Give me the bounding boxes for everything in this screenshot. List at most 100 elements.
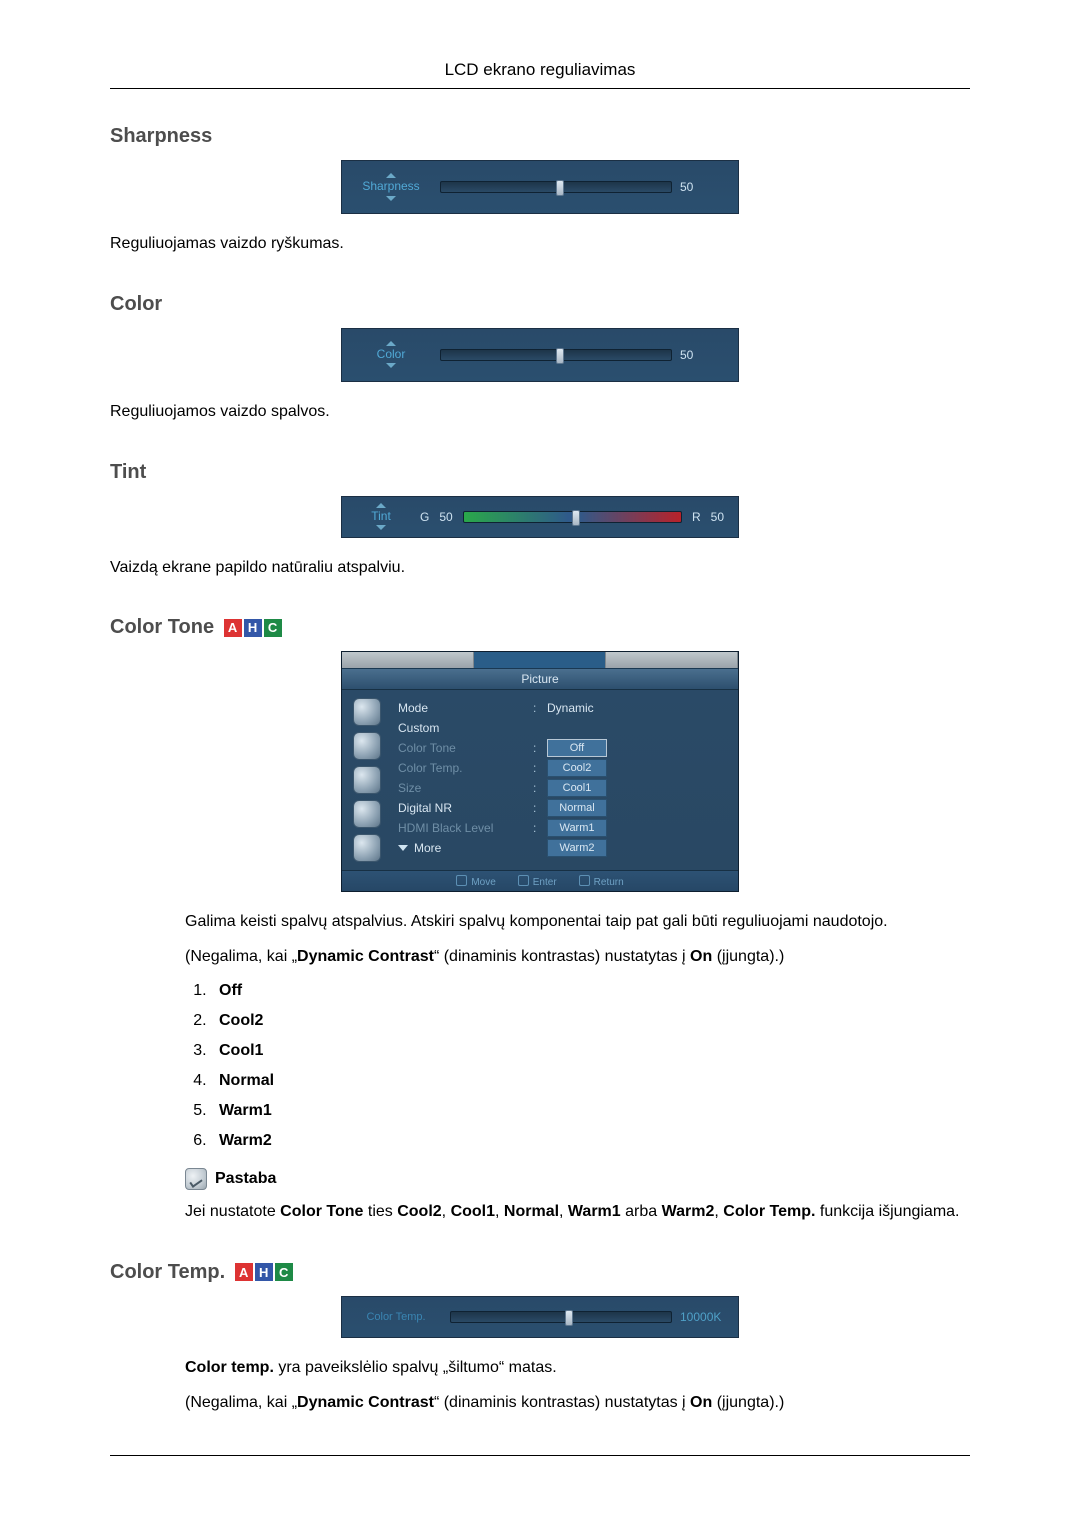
text-bold: Dynamic Contrast	[297, 1394, 434, 1411]
heading-color-temp: Color Temp. A H C	[110, 1261, 970, 1284]
osd-row-color-tone[interactable]: Color Tone : Off	[398, 738, 724, 758]
tint-slider[interactable]	[463, 511, 682, 523]
arrow-up-icon	[386, 341, 396, 346]
slider-thumb[interactable]	[572, 510, 580, 526]
opt-label: Warm2	[219, 1132, 272, 1149]
text-bold: On	[690, 948, 712, 965]
list-item: Cool1	[211, 1042, 970, 1060]
nav-arrows[interactable]: Sharpness	[356, 173, 426, 200]
slider-thumb[interactable]	[565, 1310, 573, 1326]
osd-option[interactable]: Cool1	[547, 779, 607, 797]
osd-tab[interactable]	[606, 652, 738, 668]
tint-g-tag: G	[420, 510, 429, 524]
osd-row-size[interactable]: Size : Cool1	[398, 778, 724, 798]
color-tone-options: Off Cool2 Cool1 Normal Warm1 Warm2	[185, 982, 970, 1150]
tint-desc: Vaizdą ekrane papildo natūraliu atspalvi…	[110, 556, 970, 581]
text: ,	[442, 1203, 451, 1220]
tint-label: Tint	[371, 510, 391, 523]
osd-footer: Move Enter Return	[342, 870, 738, 891]
list-item: Normal	[211, 1072, 970, 1090]
text: ,	[559, 1203, 568, 1220]
text: (Negalima, kai „	[185, 1394, 297, 1411]
osd-tabs	[342, 652, 738, 668]
nav-arrows[interactable]: Tint	[356, 503, 406, 530]
color-tone-note-text: Jei nustatote Color Tone ties Cool2, Coo…	[185, 1200, 970, 1225]
osd-icon[interactable]	[353, 698, 381, 726]
mode-h-icon: H	[255, 1263, 273, 1281]
heading-tint: Tint	[110, 461, 970, 484]
osd-row-hdmi-black[interactable]: HDMI Black Level : Warm1	[398, 818, 724, 838]
osd-row-digital-nr[interactable]: Digital NR : Normal	[398, 798, 724, 818]
osd-key: HDMI Black Level	[398, 821, 533, 835]
color-temp-panel: Color Temp. 10000K	[341, 1296, 739, 1338]
osd-title: Picture	[342, 668, 738, 690]
note-label: Pastaba	[215, 1170, 276, 1188]
text: ,	[495, 1203, 504, 1220]
mode-icons: A H C	[235, 1263, 293, 1281]
text: Jei nustatote	[185, 1203, 280, 1220]
opt-label: Warm1	[219, 1102, 272, 1119]
text-bold: Color Tone	[280, 1203, 363, 1220]
list-item: Warm1	[211, 1102, 970, 1120]
osd-tab[interactable]	[342, 652, 474, 668]
color-label: Color	[356, 348, 426, 361]
sharpness-value: 50	[680, 180, 724, 194]
tint-g-val: 50	[439, 510, 452, 524]
heading-color: Color	[110, 293, 970, 316]
slider-thumb[interactable]	[556, 348, 564, 364]
color-temp-desc2: (Negalima, kai „Dynamic Contrast“ (dinam…	[185, 1391, 970, 1416]
divider-bottom	[110, 1455, 970, 1456]
arrow-up-icon	[386, 173, 396, 178]
osd-option[interactable]: Warm2	[547, 839, 607, 857]
opt-label: Off	[219, 982, 242, 999]
color-desc: Reguliuojamos vaizdo spalvos.	[110, 400, 970, 425]
text: (įjungta).)	[712, 948, 784, 965]
osd-tab-active[interactable]	[474, 652, 606, 668]
text: “ (dinaminis kontrastas) nustatytas į	[434, 948, 690, 965]
list-item: Cool2	[211, 1012, 970, 1030]
text: (Negalima, kai „	[185, 948, 297, 965]
text-bold: Warm2	[662, 1203, 715, 1220]
text: “ (dinaminis kontrastas) nustatytas į	[434, 1394, 690, 1411]
text: ,	[714, 1203, 723, 1220]
osd-icon[interactable]	[353, 800, 381, 828]
osd-row-mode[interactable]: Mode : Dynamic	[398, 698, 724, 718]
osd-colon: :	[533, 701, 547, 715]
mode-icons: A H C	[224, 619, 282, 637]
mode-a-icon: A	[224, 619, 242, 637]
osd-row-custom[interactable]: Custom	[398, 718, 724, 738]
nav-arrows[interactable]: Color	[356, 341, 426, 368]
list-item: Warm2	[211, 1132, 970, 1150]
text-bold: Dynamic Contrast	[297, 948, 434, 965]
color-slider[interactable]	[440, 349, 672, 361]
text-bold: Color temp.	[185, 1359, 274, 1376]
text-bold: Cool1	[451, 1203, 495, 1220]
osd-icon[interactable]	[353, 834, 381, 862]
mode-c-icon: C	[264, 619, 282, 637]
osd-option[interactable]: Normal	[547, 799, 607, 817]
mode-h-icon: H	[244, 619, 262, 637]
color-tone-desc1: Galima keisti spalvų atspalvius. Atskiri…	[185, 910, 970, 935]
osd-move: Move	[456, 875, 495, 888]
osd-option[interactable]: Warm1	[547, 819, 607, 837]
slider-thumb[interactable]	[556, 180, 564, 196]
opt-label: Normal	[219, 1072, 274, 1089]
osd-key: Size	[398, 781, 533, 795]
color-temp-desc1: Color temp. yra paveikslėlio spalvų „šil…	[185, 1356, 970, 1381]
osd-colon: :	[533, 761, 547, 775]
heading-sharpness: Sharpness	[110, 125, 970, 148]
osd-icon[interactable]	[353, 732, 381, 760]
mode-c-icon: C	[275, 1263, 293, 1281]
arrow-down-icon	[386, 363, 396, 368]
osd-option[interactable]: Off	[547, 739, 607, 757]
text-bold: Normal	[504, 1203, 559, 1220]
osd-key: Custom	[398, 721, 533, 735]
osd-icon[interactable]	[353, 766, 381, 794]
text-bold: Cool2	[397, 1203, 441, 1220]
sharpness-slider[interactable]	[440, 181, 672, 193]
osd-row-color-temp[interactable]: Color Temp. : Cool2	[398, 758, 724, 778]
color-value: 50	[680, 348, 724, 362]
osd-row-more[interactable]: More Warm2	[398, 838, 724, 858]
color-temp-slider[interactable]	[450, 1311, 672, 1323]
osd-option[interactable]: Cool2	[547, 759, 607, 777]
